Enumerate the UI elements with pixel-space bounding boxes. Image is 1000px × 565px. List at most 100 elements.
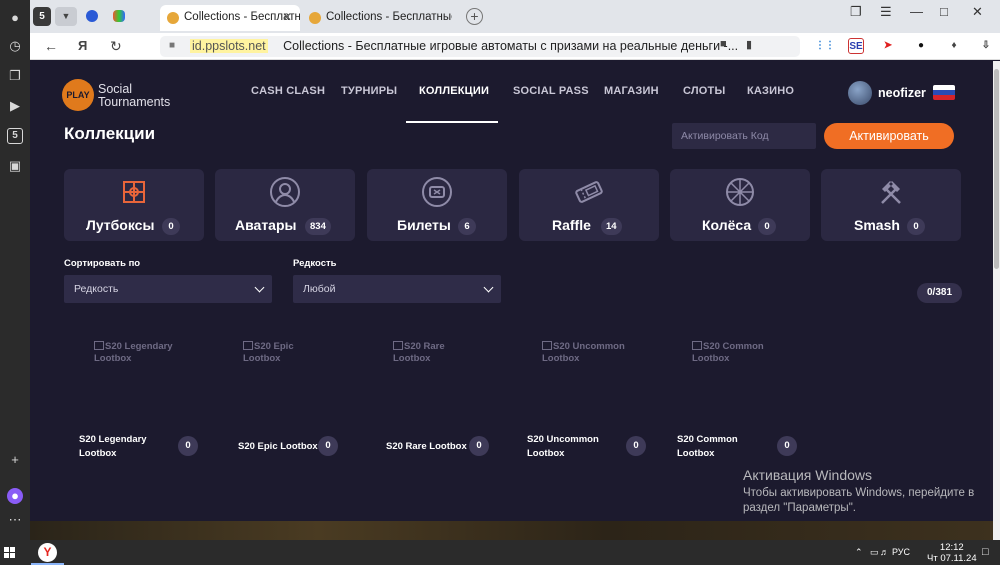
item-image-broken[interactable]: S20 Epic Lootbox (243, 341, 333, 365)
item-count: 0 (178, 436, 198, 456)
item-name: S20 Common Lootbox (677, 434, 738, 459)
extension-bomb-icon[interactable]: ● (913, 38, 929, 54)
category-lootboxes[interactable]: Лутбоксы 0 (64, 169, 204, 241)
reload-icon[interactable]: ↻ (110, 38, 122, 55)
downloads-icon[interactable]: ⇩ (978, 38, 994, 54)
network-icon[interactable]: ▭ (870, 547, 879, 558)
video-icon[interactable]: ▶ (7, 98, 23, 114)
tabs-overview-icon[interactable]: ❐ (850, 4, 862, 20)
close-window-icon[interactable]: ✕ (972, 4, 983, 20)
avatar[interactable] (848, 81, 872, 105)
username[interactable]: neofizer (878, 86, 926, 100)
item-image-broken[interactable]: S20 Common Lootbox (692, 341, 782, 365)
volume-icon[interactable]: ♬ (880, 547, 889, 557)
item-count: 0 (469, 436, 489, 456)
add-icon[interactable]: + (7, 452, 23, 468)
collected-count: 0/381 (917, 283, 962, 303)
hammers-icon (881, 181, 901, 204)
tab-favicon (167, 12, 179, 24)
back-icon[interactable]: ← (44, 38, 58, 54)
category-count: 834 (305, 218, 331, 235)
category-tickets[interactable]: Билеты 6 (367, 169, 507, 241)
category-avatars[interactable]: Аватары 834 (215, 169, 355, 241)
history-icon[interactable]: ◷ (7, 38, 23, 54)
category-smash[interactable]: Smash 0 (821, 169, 961, 241)
logo-text[interactable]: Social Tournaments (98, 83, 170, 109)
broken-image-icon (542, 341, 552, 350)
chevron-down-icon (254, 282, 265, 293)
taskbar-clock[interactable]: 12:12 Чт 07.11.24 (927, 542, 977, 564)
item-count: 0 (777, 436, 797, 456)
profile-icon[interactable]: ● (7, 10, 23, 26)
windows-start-icon[interactable] (4, 547, 16, 559)
new-tab-button[interactable]: + (466, 8, 483, 25)
maximize-icon[interactable]: □ (940, 4, 948, 19)
item-image-broken[interactable]: S20 Uncommon Lootbox (542, 341, 632, 365)
nav-collections[interactable]: КОЛЛЕКЦИИ (419, 85, 489, 97)
more-icon[interactable]: ⋯ (7, 512, 23, 528)
url-field[interactable]: ■ id.ppslots.net Collections - Бесплатны… (160, 36, 800, 57)
nav-cash-clash[interactable]: CASH CLASH (251, 85, 325, 97)
item-name: S20 Uncommon Lootbox (527, 434, 599, 459)
extension-puzzle-icon[interactable]: ♦ (946, 38, 962, 54)
page-scrollbar[interactable] (993, 61, 1000, 540)
logo-icon[interactable]: PLAY (62, 79, 94, 111)
category-count: 6 (458, 218, 476, 235)
menu-icon[interactable]: ☰ (880, 4, 892, 20)
language-flag-icon[interactable] (933, 85, 955, 100)
broken-image-icon (94, 341, 104, 350)
extension-se-icon[interactable]: SE (848, 38, 864, 54)
extension-rocket-icon[interactable]: ➤ (880, 38, 896, 54)
yandex-icon[interactable]: Я (78, 38, 87, 53)
chevron-down-icon (483, 282, 494, 293)
tab-dropdown-icon[interactable]: ▼ (55, 7, 77, 26)
language-indicator[interactable]: РУС (892, 547, 910, 557)
item-name: S20 Legendary Lootbox (79, 434, 147, 459)
activate-button[interactable]: Активировать (824, 123, 954, 149)
rarity-select[interactable]: Любой (293, 275, 501, 303)
bookmark-icon[interactable]: ▮ (746, 38, 752, 51)
collections-icon[interactable]: ❐ (7, 68, 23, 84)
item-count: 0 (318, 436, 338, 456)
lock-icon: ■ (169, 40, 176, 51)
nav-tournaments[interactable]: ТУРНИРЫ (341, 85, 397, 97)
notifications-icon[interactable]: □ (982, 546, 989, 558)
extension-grid-icon[interactable]: ⋮⋮ (815, 38, 835, 54)
nav-social-pass[interactable]: SOCIAL PASS (513, 85, 589, 97)
wheel-icon (726, 178, 754, 206)
pinned-tab-icon-2[interactable] (113, 10, 125, 22)
item-image-broken[interactable]: S20 Legendary Lootbox (94, 341, 184, 365)
sort-select[interactable]: Редкость (64, 275, 272, 303)
pinned-tab-icon[interactable] (86, 10, 98, 22)
tab-bar: 5 ▼ Collections - Бесплатн ✕ Collections… (30, 0, 1000, 33)
item-image-broken[interactable]: S20 Rare Lootbox (393, 341, 483, 365)
yandex-browser-taskbar-icon[interactable]: Y (38, 543, 57, 562)
alice-icon[interactable]: ● (7, 488, 23, 504)
category-raffle[interactable]: Raffle 14 (519, 169, 659, 241)
translate-icon[interactable]: ■ (720, 38, 727, 50)
raffle-ticket-icon (575, 181, 603, 203)
activation-code-input[interactable] (672, 123, 816, 149)
item-count: 0 (626, 436, 646, 456)
sidebar-badge-icon[interactable]: 5 (7, 128, 23, 144)
nav-shop[interactable]: МАГАЗИН (604, 85, 659, 97)
nav-slots[interactable]: СЛОТЫ (683, 85, 725, 97)
address-bar: ← Я ↻ ■ id.ppslots.net Collections - Бес… (30, 33, 1000, 60)
minimize-icon[interactable]: — (910, 4, 923, 19)
close-tab-icon[interactable]: ✕ (282, 10, 292, 24)
browser-sidebar: ● ◷ ❐ ▶ 5 ▣ + ● ⋯ (0, 0, 30, 540)
scrollbar-thumb[interactable] (994, 69, 999, 269)
rarity-label: Редкость (293, 258, 337, 269)
mini-tab-badge[interactable]: 5 (33, 7, 51, 26)
broken-image-icon (393, 341, 403, 350)
category-wheels[interactable]: Колёса 0 (670, 169, 810, 241)
nav-casino[interactable]: КАЗИНО (747, 85, 794, 97)
tab-active[interactable]: Collections - Бесплатн ✕ (160, 5, 300, 31)
category-count: 14 (601, 218, 622, 235)
tab-inactive[interactable]: Collections - Бесплатные и (302, 5, 452, 31)
tray-expand-icon[interactable]: ⌃ (855, 547, 863, 558)
url-domain: id.ppslots.net (190, 39, 268, 53)
category-count: 0 (907, 218, 925, 235)
taskbar: Y ⌃ ▭ ♬ РУС 12:12 Чт 07.11.24 □ (0, 540, 1000, 565)
screenshot-icon[interactable]: ▣ (7, 158, 23, 174)
